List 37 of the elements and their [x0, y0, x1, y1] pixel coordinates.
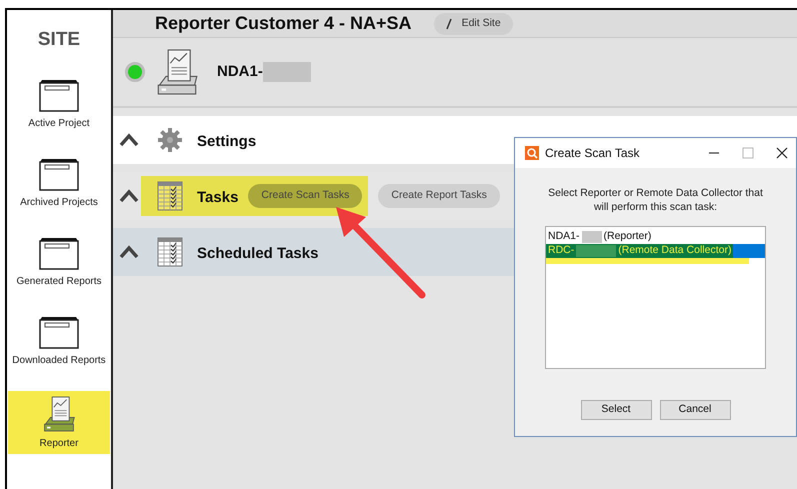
create-scan-tasks-button[interactable]: Create Scan Tasks [248, 184, 362, 208]
sidebar-item[interactable]: Reporter [8, 390, 110, 454]
dialog-button[interactable]: Cancel [660, 400, 730, 420]
pencil-icon [446, 18, 452, 30]
site-title: Reporter Customer 4 - NA+SA [155, 12, 412, 35]
folder-icon [38, 316, 80, 350]
edit-site-button[interactable]: Edit Site [434, 12, 513, 34]
list-item[interactable]: NDA1- (Reporter) [546, 230, 765, 244]
redaction [582, 231, 602, 243]
section-title: Settings [197, 132, 256, 152]
dialog-prompt: Select Reporter or Remote Data Collector that will perform this scan task: [547, 186, 764, 214]
chevron-up-icon[interactable] [119, 133, 139, 147]
sidebar-item[interactable]: Generated Reports [8, 232, 110, 292]
sidebar-item[interactable]: Active Project [8, 74, 110, 134]
sidebar-item[interactable]: Archived Projects [8, 154, 110, 212]
folder-icon [38, 158, 80, 192]
folder-icon [38, 236, 80, 270]
chevron-up-icon[interactable] [119, 189, 139, 203]
section-title: Scheduled Tasks [197, 244, 318, 264]
folder-icon [38, 78, 80, 112]
redaction [262, 62, 311, 82]
device-name: NDA1- [217, 62, 263, 82]
list-item[interactable]: RDC- (Remote Data Collector) [546, 244, 765, 258]
redaction [576, 245, 616, 257]
computer-icon [42, 394, 76, 432]
dialog-title: Create Scan Task [545, 145, 640, 162]
checklist-icon [157, 181, 183, 211]
dialog-button[interactable]: Select [580, 400, 652, 420]
create-report-tasks-button[interactable]: Create Report Tasks [378, 184, 500, 208]
checklist-icon [157, 237, 183, 267]
app-icon [525, 146, 539, 160]
gear-icon [157, 127, 183, 153]
chevron-up-icon[interactable] [119, 245, 139, 259]
sidebar-item[interactable]: Downloaded Reports [8, 312, 110, 370]
sidebar-heading: SITE [38, 28, 80, 52]
section-title: Tasks [197, 188, 238, 208]
close-icon[interactable] [776, 147, 788, 159]
